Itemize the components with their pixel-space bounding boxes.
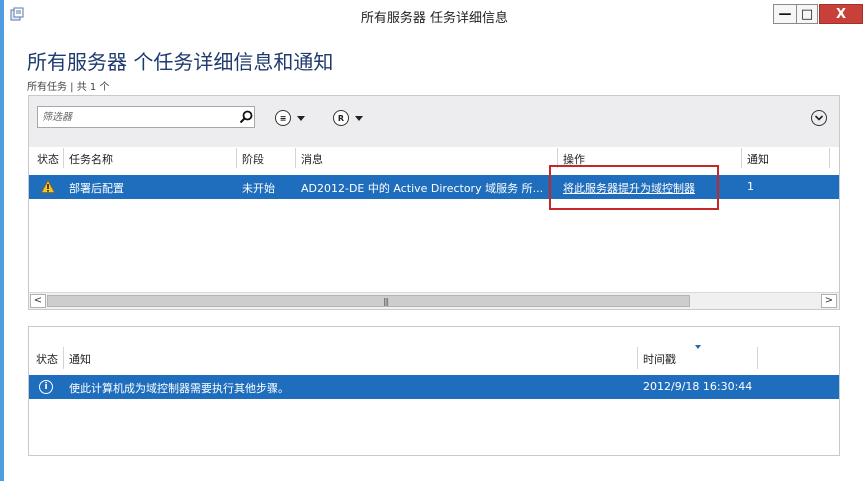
promote-to-dc-link[interactable]: 将此服务器提升为域控制器	[563, 180, 695, 196]
window-title: 所有服务器 任务详细信息	[360, 11, 509, 26]
list-icon: ≡	[275, 110, 291, 126]
column-divider	[741, 148, 742, 168]
column-divider	[757, 347, 758, 369]
scroll-left-button[interactable]: <	[30, 294, 46, 308]
horizontal-scrollbar[interactable]: < ||| >	[29, 292, 839, 309]
warning-icon	[41, 180, 55, 193]
column-divider	[637, 347, 638, 369]
maximize-button[interactable]: □	[796, 4, 818, 24]
task-count-subtitle: 所有任务 | 共 1 个	[27, 82, 110, 93]
chevron-down-icon	[814, 115, 824, 121]
column-header-timestamp[interactable]: 时间戳	[643, 351, 676, 367]
message-cell: AD2012-DE 中的 Active Directory 域服务 所...	[301, 182, 544, 195]
table-row[interactable]: 部署后配置 未开始 AD2012-DE 中的 Active Directory …	[29, 175, 839, 199]
notification-text-cell: 使此计算机成为域控制器需要执行其他步骤。	[69, 382, 289, 395]
page-title: 所有服务器 个任务详细信息和通知	[27, 50, 334, 74]
notifications-panel: 状态 通知 时间戳 i 使此计算机成为域控制器需要执行其他步骤。 2012/9/…	[28, 326, 840, 456]
filter-toolbar: ≡ R	[29, 96, 839, 147]
close-button[interactable]: X	[819, 4, 863, 24]
query-icon: R	[333, 110, 349, 126]
column-header-task-name[interactable]: 任务名称	[69, 151, 113, 167]
column-header-stage[interactable]: 阶段	[242, 151, 264, 167]
column-divider	[63, 347, 64, 369]
timestamp-cell: 2012/9/18 16:30:44	[643, 380, 753, 393]
filter-input[interactable]	[42, 109, 232, 125]
scroll-right-button[interactable]: >	[821, 294, 837, 308]
expand-button[interactable]	[811, 110, 827, 126]
stage-cell: 未开始	[242, 182, 275, 195]
title-bar: 所有服务器 任务详细信息 — □ X	[4, 0, 865, 30]
column-divider	[236, 148, 237, 168]
notification-count-cell: 1	[747, 180, 754, 193]
column-header-status[interactable]: 状态	[37, 151, 59, 167]
window-frame-accent	[0, 0, 4, 481]
column-header-notifications[interactable]: 通知	[747, 151, 769, 167]
filter-box	[37, 106, 255, 128]
minimize-button[interactable]: —	[773, 4, 797, 24]
columns-menu-button[interactable]: ≡	[275, 109, 305, 127]
column-divider	[829, 148, 830, 168]
scrollbar-thumb[interactable]: |||	[47, 295, 690, 307]
column-divider	[63, 148, 64, 168]
column-header-action[interactable]: 操作	[563, 151, 585, 167]
sort-descending-icon	[695, 345, 701, 349]
saved-query-button[interactable]: R	[333, 109, 363, 127]
grip-icon: |||	[383, 297, 389, 306]
dropdown-arrow-icon	[297, 115, 305, 121]
task-name-cell: 部署后配置	[69, 182, 124, 195]
table-row[interactable]: i 使此计算机成为域控制器需要执行其他步骤。 2012/9/18 16:30:4…	[29, 375, 839, 399]
search-icon[interactable]	[238, 109, 254, 125]
column-header-message[interactable]: 消息	[301, 151, 323, 167]
column-divider	[295, 148, 296, 168]
tasks-panel: ≡ R 状态 任务名称 阶段 消息 操作 通知 部署后配置 未开始 AD2012…	[28, 95, 840, 310]
dropdown-arrow-icon	[355, 115, 363, 121]
column-divider	[557, 148, 558, 168]
column-header-status[interactable]: 状态	[36, 351, 58, 367]
column-header-notification[interactable]: 通知	[69, 351, 91, 367]
info-icon: i	[39, 380, 53, 394]
